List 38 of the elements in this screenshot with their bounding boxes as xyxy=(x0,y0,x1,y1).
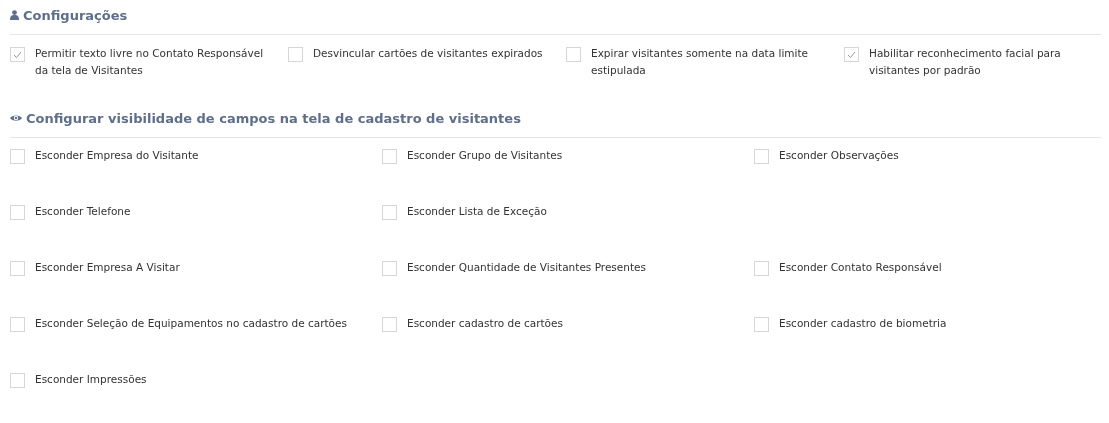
checkbox[interactable] xyxy=(382,317,397,332)
checkbox[interactable] xyxy=(10,373,25,388)
checkbox[interactable] xyxy=(566,47,581,62)
option-label: Esconder Telefone xyxy=(35,204,131,219)
option-label: Esconder Contato Responsável xyxy=(779,260,942,275)
checkbox[interactable] xyxy=(10,205,25,220)
option-label: Habilitar reconhecimento facial para visitantes por padrão xyxy=(869,46,1062,78)
checkbox[interactable] xyxy=(288,47,303,62)
option-label: Esconder Seleção de Equipamentos no cadastro de cartões xyxy=(35,316,347,331)
option-label: Esconder Empresa do Visitante xyxy=(35,148,199,163)
option-label: Esconder cadastro de biometria xyxy=(779,316,947,331)
check-icon xyxy=(13,50,22,59)
section-title: Configurar visibilidade de campos na tela de cadastro de visitantes xyxy=(26,110,521,126)
checkbox[interactable] xyxy=(10,261,25,276)
eye-icon xyxy=(10,114,22,122)
option-label: Esconder Impressões xyxy=(35,372,147,387)
checkbox[interactable] xyxy=(382,205,397,220)
option-label: Esconder Grupo de Visitantes xyxy=(407,148,563,163)
checkbox[interactable] xyxy=(10,47,25,62)
checkbox[interactable] xyxy=(754,317,769,332)
option-label: Esconder Lista de Exceção xyxy=(407,204,547,219)
option-label: Esconder cadastro de cartões xyxy=(407,316,563,331)
checkbox[interactable] xyxy=(382,149,397,164)
check-icon xyxy=(847,50,856,59)
checkbox[interactable] xyxy=(10,149,25,164)
option-label: Permitir texto livre no Contato Responsável da tela de Visitantes xyxy=(35,46,265,78)
checkbox[interactable] xyxy=(382,261,397,276)
checkbox[interactable] xyxy=(844,47,859,62)
checkbox[interactable] xyxy=(754,261,769,276)
section-title: Configurações xyxy=(23,7,128,23)
option-label: Esconder Quantidade de Visitantes Presentes xyxy=(407,260,646,275)
checkbox[interactable] xyxy=(754,149,769,164)
option-label: Desvincular cartões de visitantes expirados xyxy=(313,46,543,61)
option-label: Esconder Empresa A Visitar xyxy=(35,260,180,275)
user-icon xyxy=(10,10,19,20)
checkbox[interactable] xyxy=(10,317,25,332)
option-label: Esconder Observações xyxy=(779,148,899,163)
option-label: Expirar visitantes somente na data limite estipulada xyxy=(591,46,810,78)
